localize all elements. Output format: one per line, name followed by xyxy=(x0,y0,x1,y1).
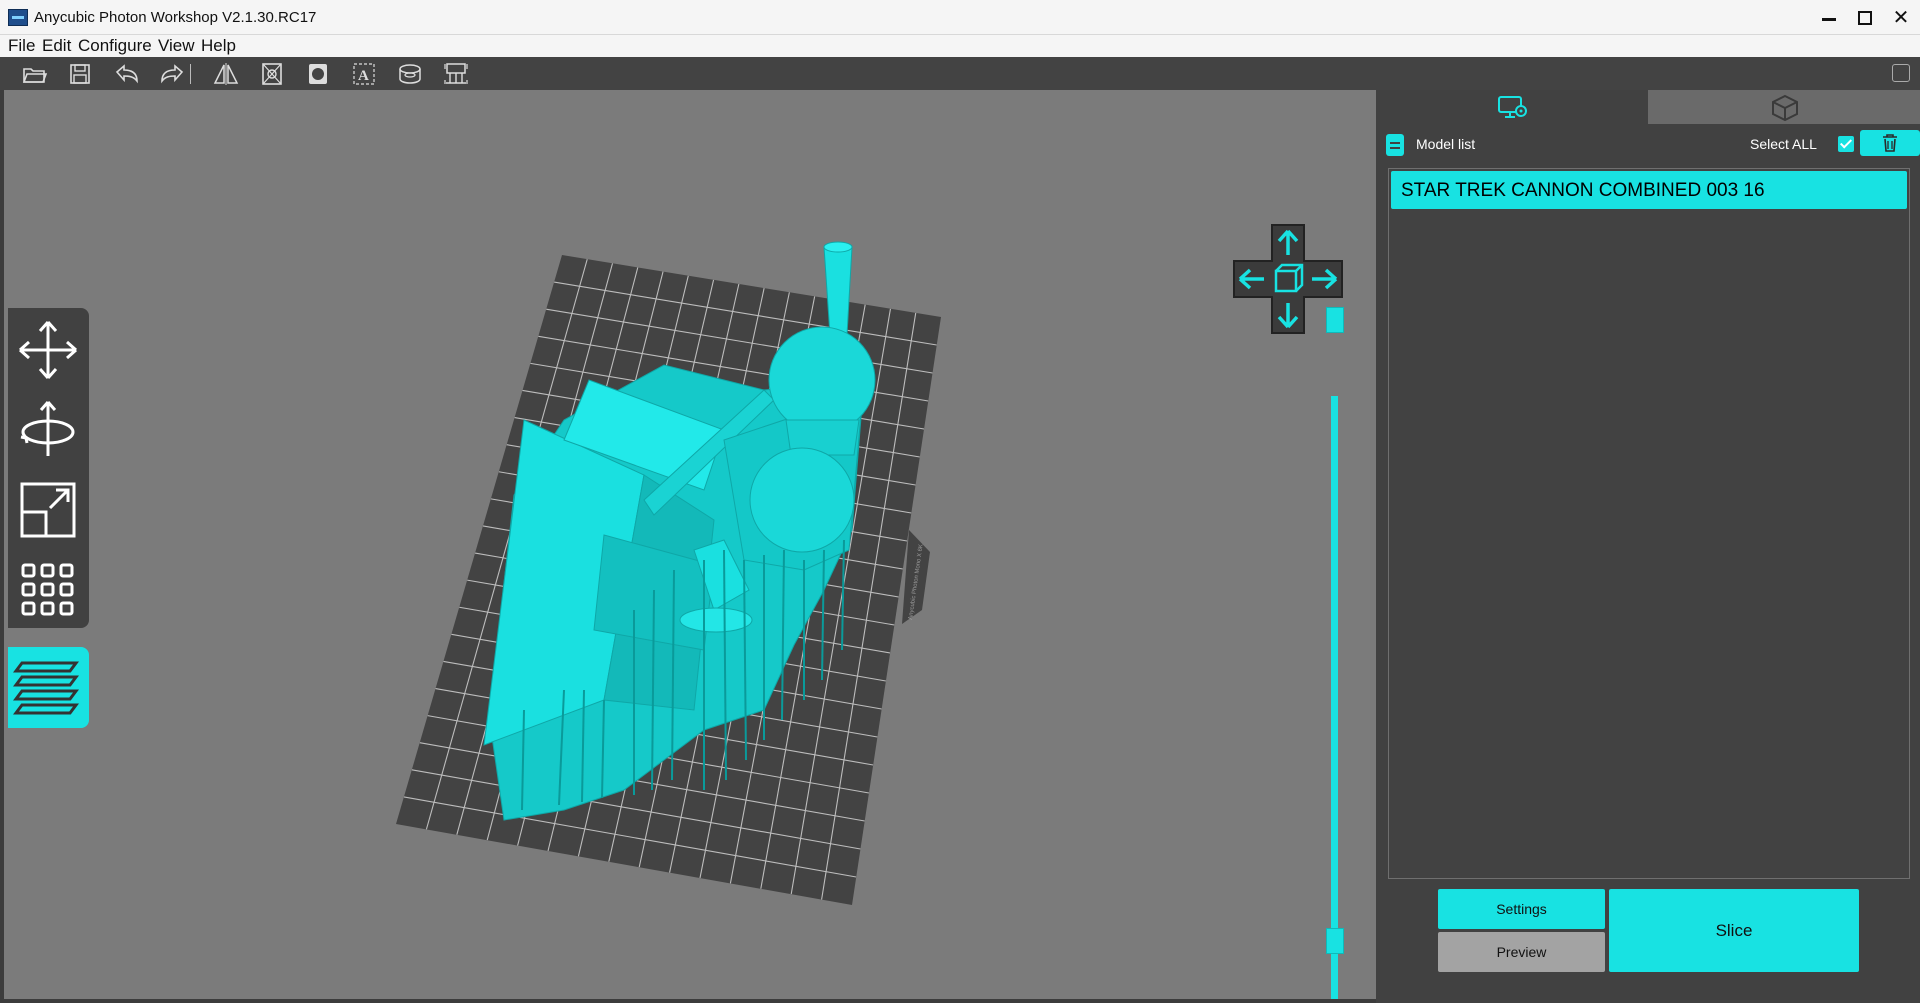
open-folder-icon[interactable] xyxy=(20,61,48,87)
select-all-checkbox[interactable] xyxy=(1838,136,1854,152)
svg-text:A: A xyxy=(358,68,369,84)
support-icon[interactable] xyxy=(442,61,470,87)
select-all-label: Select ALL xyxy=(1750,136,1817,152)
undo-icon[interactable] xyxy=(113,61,141,87)
close-button[interactable]: ✕ xyxy=(1884,4,1918,32)
menu-help[interactable]: Help xyxy=(201,36,236,56)
layers-icon xyxy=(13,661,79,715)
slice-button[interactable]: Slice xyxy=(1609,889,1859,972)
hollow-icon[interactable] xyxy=(258,61,286,87)
monitor-settings-icon xyxy=(1498,96,1527,118)
3d-viewport[interactable]: Anycubic Photon Mono X 6K xyxy=(4,90,1376,999)
app-window: Anycubic Photon Workshop V2.1.30.RC17 ✕ … xyxy=(0,0,1920,1003)
left-tool-panel xyxy=(8,308,89,628)
toolbar-separator xyxy=(190,64,191,84)
menu-edit[interactable]: Edit xyxy=(42,36,71,56)
trash-icon xyxy=(1883,134,1897,152)
window-title: Anycubic Photon Workshop V2.1.30.RC17 xyxy=(34,9,317,26)
move-icon[interactable] xyxy=(16,318,80,382)
menu-file[interactable]: File xyxy=(8,36,35,56)
toolbar: A xyxy=(0,57,1920,90)
settings-button[interactable]: Settings xyxy=(1438,889,1605,929)
mirror-icon[interactable] xyxy=(212,61,240,87)
list-item[interactable]: STAR TREK CANNON COMBINED 003 16 xyxy=(1391,171,1907,209)
arrange-icon[interactable] xyxy=(16,558,80,622)
menu-bar: File Edit Configure View Help xyxy=(0,35,1920,57)
punch-hole-icon[interactable] xyxy=(304,61,332,87)
tab-slice-preview[interactable] xyxy=(1648,90,1920,124)
title-bar: Anycubic Photon Workshop V2.1.30.RC17 ✕ xyxy=(0,0,1920,35)
minimize-button[interactable] xyxy=(1812,4,1846,32)
scene-canvas: Anycubic Photon Mono X 6K xyxy=(396,241,941,905)
model-list-label: Model list xyxy=(1416,136,1476,152)
preview-button[interactable]: Preview xyxy=(1438,932,1605,972)
text-icon[interactable]: A xyxy=(350,61,378,87)
rotate-icon[interactable] xyxy=(16,398,80,462)
close-icon: ✕ xyxy=(1892,7,1910,29)
layer-cube-icon xyxy=(1772,94,1798,122)
app-logo-icon xyxy=(8,9,28,26)
layer-slider-bottom-handle[interactable] xyxy=(1326,928,1344,954)
panel-toggle-icon[interactable] xyxy=(1892,64,1910,82)
model-name: STAR TREK CANNON COMBINED 003 16 xyxy=(1401,180,1765,201)
redo-icon[interactable] xyxy=(158,61,186,87)
scale-icon[interactable] xyxy=(16,478,80,542)
menu-view[interactable]: View xyxy=(158,36,195,56)
tab-model-settings[interactable] xyxy=(1376,90,1648,124)
layers-tool-button[interactable] xyxy=(8,647,89,728)
maximize-icon xyxy=(1858,11,1872,25)
layer-slider-track[interactable] xyxy=(1331,396,1338,999)
model-list[interactable]: STAR TREK CANNON COMBINED 003 16 xyxy=(1388,168,1910,879)
save-icon[interactable] xyxy=(66,61,94,87)
minimize-icon xyxy=(1822,18,1836,21)
menu-configure[interactable]: Configure xyxy=(78,36,152,56)
model-list-icon xyxy=(1386,134,1404,156)
layer-slider-top-handle[interactable] xyxy=(1326,307,1344,333)
maximize-button[interactable] xyxy=(1848,4,1882,32)
delete-model-button[interactable] xyxy=(1860,130,1920,156)
layer-paint-icon[interactable] xyxy=(396,61,424,87)
